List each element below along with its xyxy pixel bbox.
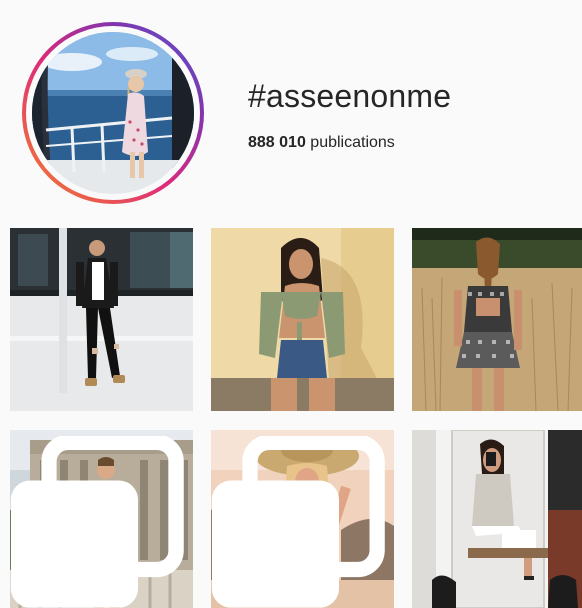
avatar-photo: [32, 32, 194, 194]
post-count: 888 010 publications: [248, 134, 395, 152]
hashtag-avatar[interactable]: [22, 22, 204, 204]
multiple-photos-icon: [211, 436, 385, 608]
post-6[interactable]: [412, 430, 582, 608]
post-1[interactable]: [10, 228, 193, 411]
post-2[interactable]: [211, 228, 394, 411]
post-count-label: publications: [310, 134, 395, 151]
post-4[interactable]: [10, 430, 193, 608]
multiple-photos-icon: [10, 436, 184, 608]
hashtag-header: #asseenonme 888 010 publications: [0, 0, 582, 220]
post-count-value: 888 010: [248, 134, 306, 151]
hashtag-title: #asseenonme: [248, 78, 452, 114]
post-5[interactable]: [211, 430, 394, 608]
post-3[interactable]: [412, 228, 582, 411]
